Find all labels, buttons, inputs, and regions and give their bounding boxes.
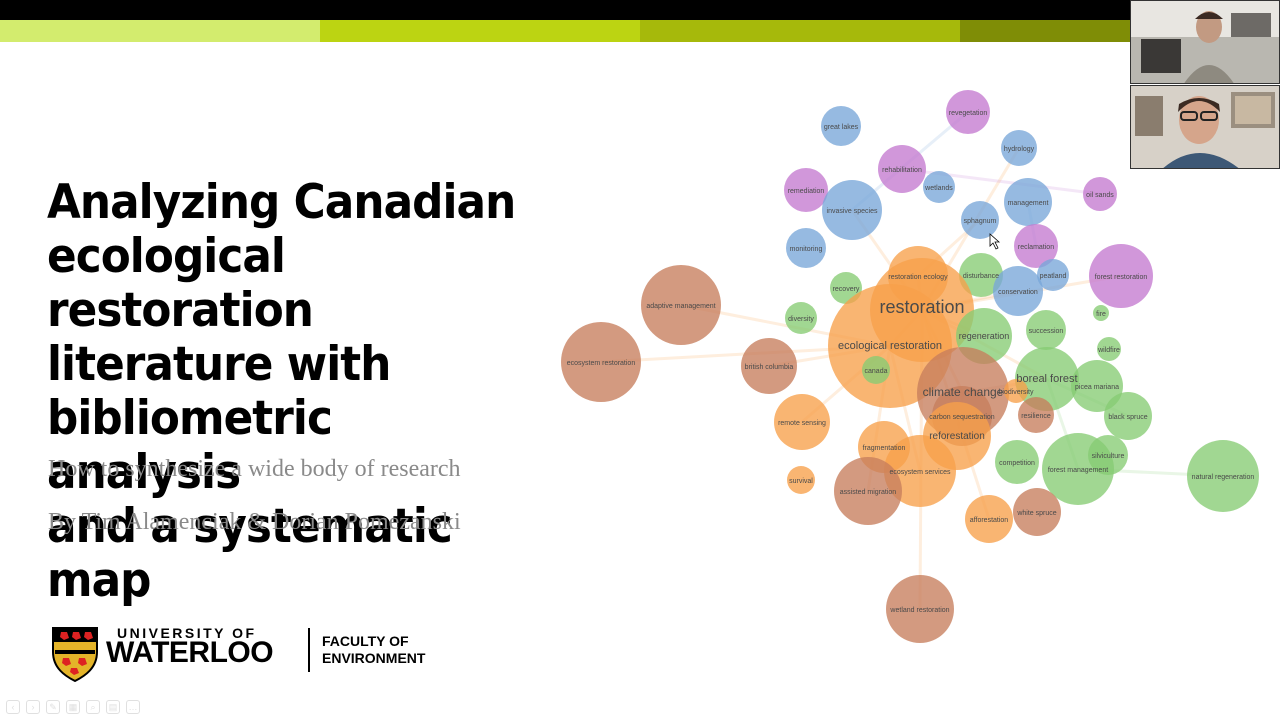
network-node-label: ecosystem services: [889, 469, 951, 476]
network-node-label: picea mariana: [1075, 384, 1119, 391]
subtitles-icon[interactable]: ▤: [106, 700, 120, 714]
color-band-2: [320, 20, 640, 42]
video-thumbnail-participant-1[interactable]: [1130, 0, 1280, 84]
network-node-label: biodiversity: [998, 389, 1034, 396]
video-thumbnail-participant-2[interactable]: [1130, 85, 1280, 169]
network-node-label: remediation: [788, 188, 825, 195]
pen-icon[interactable]: ✎: [46, 700, 60, 714]
presentation-slide: Analyzing Canadian ecological restoratio…: [0, 0, 1280, 720]
network-node-label: remote sensing: [778, 420, 826, 427]
network-node-label: disturbance: [963, 273, 999, 280]
network-node-label: forest restoration: [1095, 274, 1148, 281]
network-node-label: wildfire: [1097, 347, 1120, 354]
prev-icon[interactable]: ‹: [6, 700, 20, 714]
network-node-label: fragmentation: [863, 445, 906, 452]
network-node-label: afforestation: [970, 517, 1009, 524]
network-node-label: diversity: [788, 316, 814, 323]
network-node-label: sphagnum: [964, 218, 997, 225]
network-node-label: carbon sequestration: [929, 414, 994, 421]
network-node-label: resilience: [1021, 413, 1051, 420]
slide-title: Analyzing Canadian ecological restoratio…: [47, 175, 516, 608]
network-node-label: forest management: [1048, 467, 1108, 474]
network-node-label: survival: [789, 478, 813, 485]
network-node-label: hydrology: [1004, 146, 1035, 153]
keyword-network-graph: great lakes revegetation hydrology rehabili…: [561, 90, 1259, 643]
university-crest-icon: [52, 627, 98, 682]
faculty-label-line1: FACULTY OF: [322, 633, 409, 649]
network-node-label: invasive species: [827, 208, 878, 215]
network-node-label: ecological restoration: [838, 340, 942, 352]
network-node-label: great lakes: [824, 124, 859, 131]
mouse-cursor-icon: [989, 233, 1001, 250]
participant-1-video: [1131, 1, 1279, 83]
slideshow-toolbar: ‹ › ✎ ▦ ⌕ ▤ …: [6, 700, 140, 714]
network-node-label: silviculture: [1092, 453, 1125, 460]
zoom-icon[interactable]: ⌕: [86, 700, 100, 714]
faculty-label-line2: ENVIRONMENT: [322, 650, 426, 666]
network-node-label: adaptive management: [646, 303, 715, 310]
logo-divider: [308, 628, 310, 672]
network-node-label: wetlands: [924, 185, 953, 192]
network-node-label: peatland: [1040, 273, 1067, 280]
slide-subtitle: How to synthesize a wide body of researc…: [48, 456, 461, 482]
network-node-label: management: [1008, 200, 1049, 207]
network-node-label: assisted migration: [840, 489, 897, 496]
network-node-label: black spruce: [1108, 414, 1147, 421]
network-node-label: revegetation: [949, 110, 988, 117]
network-node-label: white spruce: [1016, 510, 1056, 517]
network-node-label: climate change: [923, 385, 1004, 399]
slides-icon[interactable]: ▦: [66, 700, 80, 714]
network-node-label: rehabilitation: [882, 167, 922, 174]
network-node-label: reforestation: [929, 431, 985, 442]
color-band-3: [640, 20, 960, 42]
network-node-label: canada: [865, 368, 888, 375]
participant-2-video: [1131, 86, 1279, 168]
network-node-label: monitoring: [790, 246, 823, 253]
network-node-label: british columbia: [745, 364, 794, 371]
slide-authors: By Tim Alamenciak & Dorian Pomezanski: [48, 509, 461, 535]
network-node-label: conservation: [998, 289, 1038, 296]
network-node-label: competition: [999, 460, 1035, 467]
more-icon[interactable]: …: [126, 700, 140, 714]
top-black-bar: [0, 0, 1280, 20]
network-node-label: fire: [1096, 311, 1106, 318]
color-band-1: [0, 20, 320, 42]
waterloo-wordmark: WATERLOO: [106, 636, 274, 669]
network-node-label: restoration ecology: [888, 274, 948, 281]
network-node-label: reclamation: [1018, 244, 1054, 251]
network-node-label: boreal forest: [1016, 373, 1077, 385]
network-node-label: wetland restoration: [889, 607, 949, 614]
next-icon[interactable]: ›: [26, 700, 40, 714]
network-node-label: natural regeneration: [1192, 474, 1255, 481]
network-node-label: ecosystem restoration: [567, 360, 636, 367]
network-node-label: restoration: [879, 297, 964, 317]
network-node-label: oil sands: [1086, 192, 1114, 199]
network-node-label: regeneration: [959, 331, 1010, 341]
network-node-label: succession: [1029, 328, 1064, 335]
network-node-label: recovery: [833, 286, 860, 293]
